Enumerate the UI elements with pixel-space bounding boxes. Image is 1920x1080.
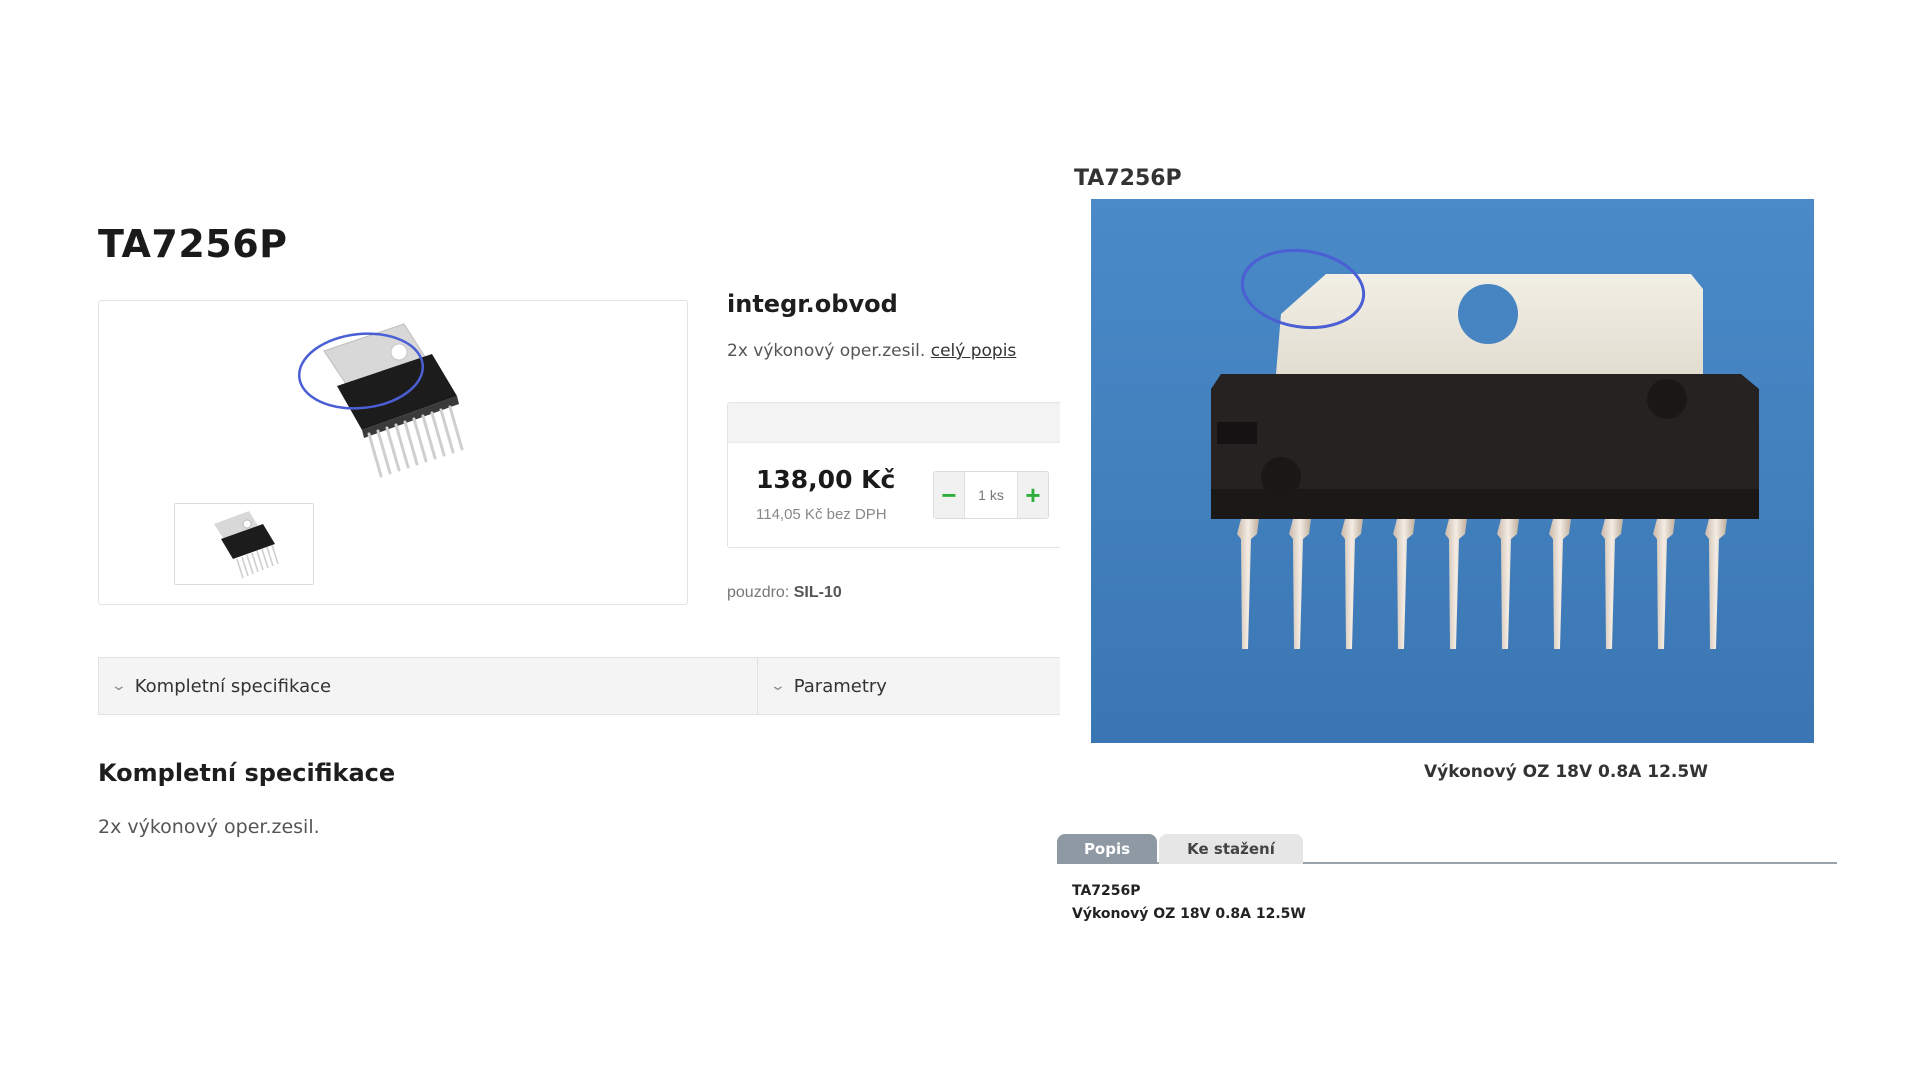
package-info: pouzdro: SIL-10 [727, 584, 842, 602]
shop-product-page: TA7256P integr.obvod 2x výkonový oper.ze… [0, 0, 1060, 1080]
tab-complete-specification[interactable]: ⌄ Kompletní specifikace [99, 658, 758, 714]
tab-label: Kompletní specifikace [134, 675, 332, 697]
package-value: SIL-10 [793, 584, 842, 601]
price-without-vat: 114,05 Kč bez DPH [756, 506, 887, 523]
description-title: TA7256P [1072, 883, 1141, 899]
catalog-product-photo[interactable] [1091, 199, 1814, 743]
package-label: pouzdro: [727, 584, 790, 601]
catalog-description: TA7256P Výkonový OZ 18V 0.8A 12.5W [1072, 880, 1306, 926]
catalog-title: TA7256P [1074, 166, 1182, 191]
product-title: TA7256P [98, 222, 288, 266]
price: 138,00 Kč [756, 465, 896, 494]
chevron-down-icon: ⌄ [769, 678, 787, 694]
price-box: 138,00 Kč 114,05 Kč bez DPH − 1 ks + [727, 402, 1060, 548]
full-description-link[interactable]: celý popis [931, 341, 1017, 361]
price-box-header [728, 403, 1060, 443]
tab-description[interactable]: Popis [1057, 834, 1157, 864]
product-main-image[interactable] [249, 316, 509, 491]
product-subtitle: integr.obvod [727, 290, 898, 318]
product-gallery [98, 300, 688, 605]
short-description: 2x výkonový oper.zesil. celý popis [727, 341, 1016, 361]
quantity-stepper: − 1 ks + [933, 471, 1049, 519]
spec-heading: Kompletní specifikace [98, 759, 396, 787]
photo-caption: Výkonový OZ 18V 0.8A 12.5W [1424, 762, 1708, 782]
tab-parameters[interactable]: ⌄ Parametry [758, 658, 887, 714]
tab-downloads[interactable]: Ke stažení [1159, 834, 1303, 864]
plus-icon[interactable]: + [1018, 472, 1048, 518]
product-thumbnail[interactable] [174, 503, 314, 585]
short-description-text: 2x výkonový oper.zesil. [727, 341, 926, 361]
component-photo [1091, 199, 1814, 743]
chevron-down-icon: ⌄ [110, 678, 128, 694]
tab-label: Parametry [793, 675, 887, 697]
spec-tabs: ⌄ Kompletní specifikace ⌄ Parametry [98, 657, 1060, 715]
description-text: Výkonový OZ 18V 0.8A 12.5W [1072, 906, 1306, 922]
quantity-input[interactable]: 1 ks [964, 472, 1018, 518]
minus-icon[interactable]: − [934, 472, 964, 518]
catalog-tabs: Popis Ke stažení [1057, 834, 1837, 864]
spec-text: 2x výkonový oper.zesil. [98, 816, 320, 838]
product-thumbnail-image [214, 511, 279, 579]
